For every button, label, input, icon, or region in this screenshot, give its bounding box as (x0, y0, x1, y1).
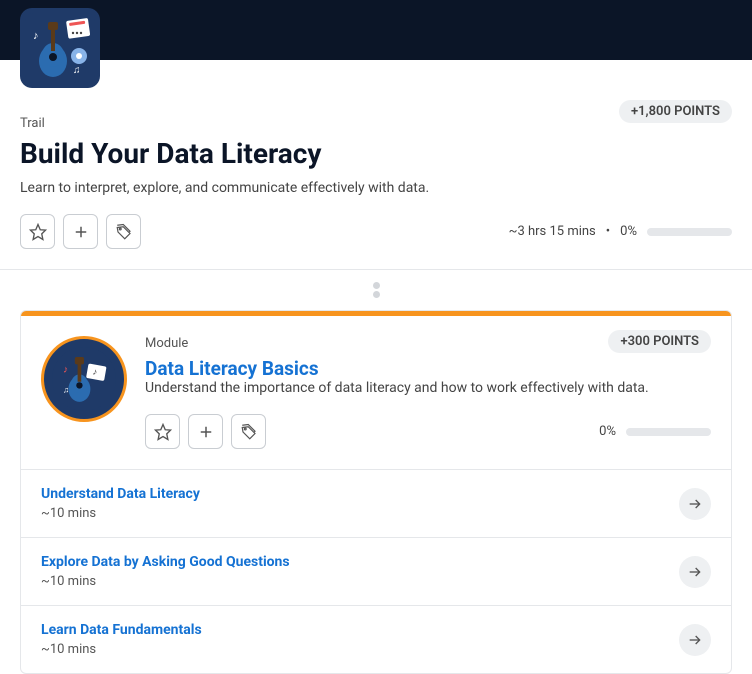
unit-row[interactable]: Understand Data Literacy ~10 mins (21, 469, 731, 537)
tags-button[interactable] (106, 214, 141, 249)
module-card: +300 POINTS ♪ ♪ ♫ Module Data Literacy B… (20, 310, 732, 674)
unit-duration: ~10 mins (41, 574, 679, 589)
svg-text:♪: ♪ (63, 365, 68, 376)
module-points-badge: +300 POINTS (608, 330, 711, 353)
svg-text:♫: ♫ (63, 386, 69, 396)
star-icon (154, 423, 172, 441)
trail-progress-pct: 0% (620, 224, 637, 239)
unit-go-button[interactable] (679, 488, 711, 520)
module-badge: ♪ ♪ ♫ (41, 336, 127, 422)
trail-meta: ~3 hrs 15 mins • 0% (509, 224, 732, 239)
unit-title: Learn Data Fundamentals (41, 622, 679, 638)
plus-icon (197, 423, 215, 441)
module-meta: 0% (599, 424, 711, 439)
unit-title: Understand Data Literacy (41, 486, 679, 502)
unit-row[interactable]: Explore Data by Asking Good Questions ~1… (21, 537, 731, 605)
star-icon (29, 223, 47, 241)
favorite-button[interactable] (145, 414, 180, 449)
module-header: +300 POINTS ♪ ♪ ♫ Module Data Literacy B… (21, 316, 731, 469)
module-description: Understand the importance of data litera… (145, 380, 711, 396)
svg-text:♪: ♪ (33, 29, 39, 42)
module-title-link[interactable]: Data Literacy Basics (145, 357, 319, 380)
module-progress-pct: 0% (599, 424, 616, 439)
module-progress-bar (626, 428, 711, 436)
tags-button[interactable] (231, 414, 266, 449)
unit-duration: ~10 mins (41, 506, 679, 521)
module-action-row: 0% (145, 414, 711, 449)
svg-text:♫: ♫ (73, 65, 81, 76)
trail-points-badge: +1,800 POINTS (619, 100, 732, 123)
tag-icon (115, 223, 133, 241)
arrow-right-icon (687, 632, 703, 648)
arrow-right-icon (687, 564, 703, 580)
trail-title: Build Your Data Literacy (20, 137, 732, 170)
favorite-button[interactable] (20, 214, 55, 249)
unit-go-button[interactable] (679, 624, 711, 656)
unit-go-button[interactable] (679, 556, 711, 588)
guitar-music-icon: ♪ ♫ (25, 13, 95, 83)
unit-duration: ~10 mins (41, 642, 679, 657)
tag-icon (240, 423, 258, 441)
trail-description: Learn to interpret, explore, and communi… (20, 180, 732, 196)
unit-row[interactable]: Learn Data Fundamentals ~10 mins (21, 605, 731, 673)
trail-duration: ~3 hrs 15 mins (509, 224, 596, 239)
drag-handle (0, 270, 752, 310)
top-bar: ♪ ♫ (0, 0, 752, 60)
separator: • (606, 224, 610, 239)
unit-title: Explore Data by Asking Good Questions (41, 554, 679, 570)
trail-progress-bar (647, 228, 732, 236)
guitar-music-icon: ♪ ♪ ♫ (52, 347, 116, 411)
add-button[interactable] (188, 414, 223, 449)
add-button[interactable] (63, 214, 98, 249)
trail-action-row: ~3 hrs 15 mins • 0% (20, 214, 732, 249)
plus-icon (72, 223, 90, 241)
trail-header: +1,800 POINTS Trail Build Your Data Lite… (20, 76, 732, 249)
arrow-right-icon (687, 496, 703, 512)
